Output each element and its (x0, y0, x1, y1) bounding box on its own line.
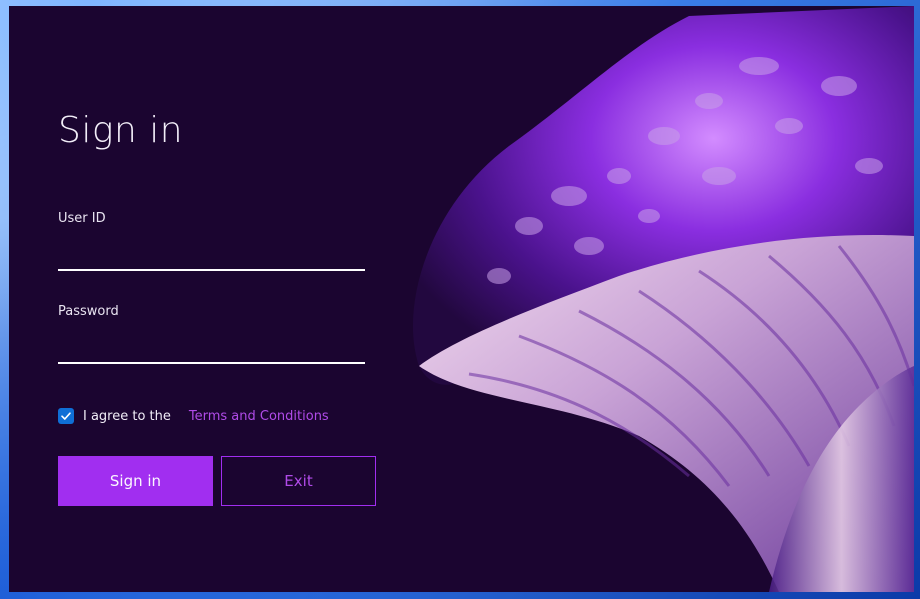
user-id-label: User ID (58, 211, 106, 226)
agree-text: I agree to the (83, 408, 171, 424)
terms-and-conditions-link[interactable]: Terms and Conditions (189, 409, 329, 424)
sign-in-button[interactable]: Sign in (58, 456, 213, 506)
mushroom-artwork (413, 6, 914, 592)
sign-in-form: Sign in User ID Password I agree to the … (9, 6, 399, 592)
sign-in-window: Sign in User ID Password I agree to the … (9, 6, 914, 592)
terms-agreement: I agree to the Terms and Conditions (58, 407, 329, 425)
checkmark-icon (61, 412, 71, 420)
page-title: Sign in (58, 110, 184, 151)
password-field[interactable] (58, 332, 365, 364)
exit-button[interactable]: Exit (221, 456, 376, 506)
user-id-field[interactable] (58, 239, 365, 271)
password-label: Password (58, 304, 119, 319)
agree-checkbox[interactable] (58, 408, 74, 424)
